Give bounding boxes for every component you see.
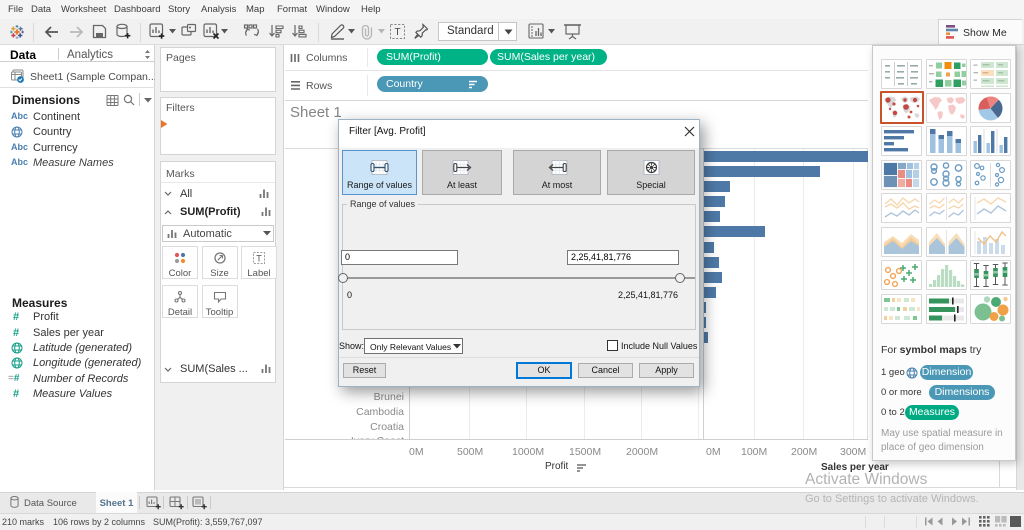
svg-text:T: T [256,254,262,264]
svg-text:T: T [394,27,400,38]
